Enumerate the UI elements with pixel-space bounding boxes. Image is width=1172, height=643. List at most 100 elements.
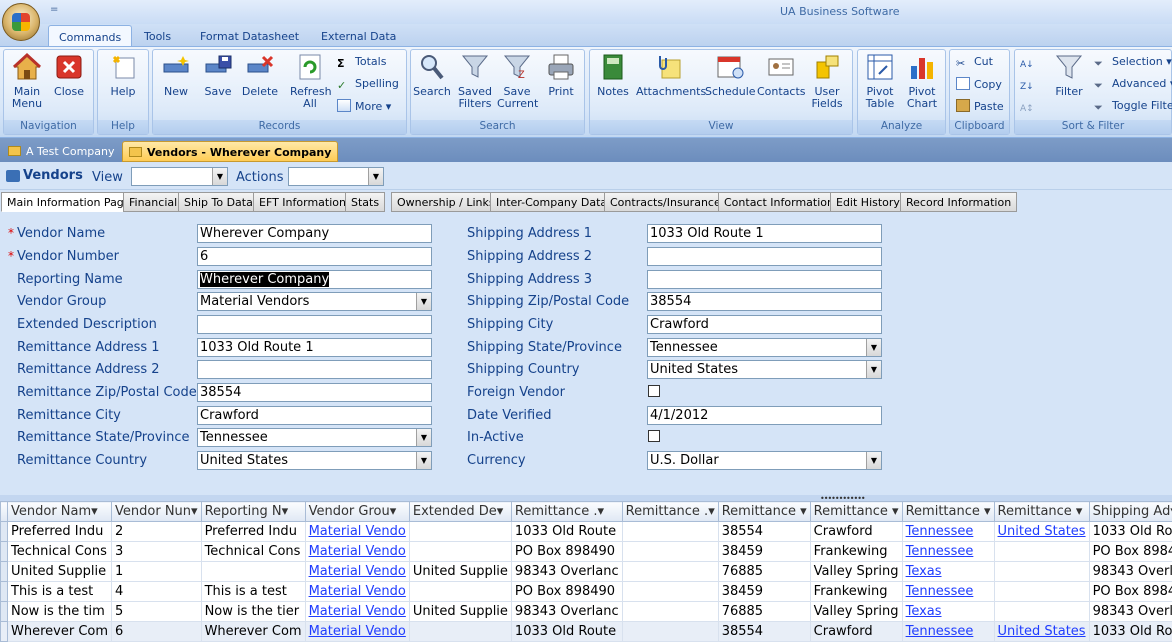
- chevron-down-icon[interactable]: ▼: [212, 168, 227, 185]
- table-cell[interactable]: Now is the tier: [200, 601, 306, 622]
- view-combo[interactable]: ▼: [131, 167, 228, 186]
- table-cell[interactable]: 1: [111, 561, 202, 582]
- paste-button[interactable]: Paste: [956, 99, 1004, 113]
- table-cell[interactable]: 6: [111, 621, 202, 642]
- table-cell[interactable]: 98343 Overlanc: [510, 561, 623, 582]
- refresh-all-button[interactable]: Refresh All: [290, 52, 332, 110]
- table-cell[interactable]: Valley Spring: [809, 601, 903, 622]
- table-cell[interactable]: Material Vendo: [304, 561, 410, 582]
- table-cell[interactable]: [621, 581, 719, 602]
- inactive-checkbox[interactable]: [648, 430, 660, 442]
- column-header[interactable]: Remittance ▾: [717, 501, 811, 522]
- row-selector[interactable]: [0, 521, 8, 542]
- pivot-chart-button[interactable]: Pivot Chart: [903, 52, 941, 110]
- table-cell[interactable]: Wherever Com: [200, 621, 306, 642]
- foreign-vendor-checkbox[interactable]: [648, 385, 660, 397]
- table-cell[interactable]: 76885: [717, 561, 811, 582]
- column-header[interactable]: Remittance .▾: [510, 501, 623, 522]
- tab-edit-history[interactable]: Edit History: [830, 192, 906, 212]
- table-cell[interactable]: United States: [993, 521, 1090, 542]
- shipping-address-1-field[interactable]: 1033 Old Route 1: [647, 224, 882, 243]
- copy-button[interactable]: Copy: [956, 77, 1002, 91]
- print-button[interactable]: Print: [544, 52, 578, 98]
- table-cell[interactable]: Texas: [901, 601, 995, 622]
- table-cell[interactable]: [408, 581, 512, 602]
- search-button[interactable]: Search: [413, 52, 451, 98]
- row-selector[interactable]: [0, 581, 8, 602]
- remittance-country-combo[interactable]: United States ▼: [197, 451, 432, 470]
- table-cell[interactable]: 38554: [717, 521, 811, 542]
- table-cell[interactable]: [621, 561, 719, 582]
- advanced-button[interactable]: ⏷ Advanced ▾: [1094, 77, 1172, 92]
- table-row[interactable]: This is a test 4 This is a test Material Ve…: [0, 581, 1172, 602]
- table-cell[interactable]: [408, 521, 512, 542]
- remittance-address-2-field[interactable]: [197, 360, 432, 379]
- filter-button[interactable]: Filter: [1050, 52, 1088, 98]
- remittance-address-1-field[interactable]: 1033 Old Route 1: [197, 338, 432, 357]
- table-cell[interactable]: PO Box 898490: [510, 581, 623, 602]
- table-cell[interactable]: Material Vendo: [304, 621, 410, 642]
- row-selector[interactable]: [0, 621, 8, 642]
- table-cell[interactable]: United States: [993, 621, 1090, 642]
- table-cell[interactable]: Tennessee: [901, 621, 995, 642]
- table-cell[interactable]: 38554: [717, 621, 811, 642]
- table-cell[interactable]: [408, 541, 512, 562]
- shipping-city-field[interactable]: Crawford: [647, 315, 882, 334]
- tab-financial[interactable]: Financial: [123, 192, 184, 212]
- chevron-down-icon[interactable]: ▼: [416, 429, 431, 446]
- table-cell[interactable]: [993, 601, 1090, 622]
- table-cell[interactable]: [621, 621, 719, 642]
- tab-ship-to-data[interactable]: Ship To Data: [178, 192, 259, 212]
- table-cell[interactable]: [621, 541, 719, 562]
- pivot-table-button[interactable]: Pivot Table: [861, 52, 899, 110]
- table-cell[interactable]: PO Box 898490: [1088, 581, 1172, 602]
- selection-button[interactable]: ⏷ Selection ▾: [1094, 55, 1172, 70]
- table-cell[interactable]: Technical Cons: [200, 541, 306, 562]
- table-cell[interactable]: [200, 561, 306, 582]
- chevron-down-icon[interactable]: ▼: [866, 339, 881, 356]
- column-header[interactable]: Vendor Grou▾: [304, 501, 410, 522]
- help-button[interactable]: Help: [104, 52, 142, 98]
- table-cell[interactable]: PO Box 898490: [510, 541, 623, 562]
- table-cell[interactable]: This is a test: [200, 581, 306, 602]
- tab-inter-company-data[interactable]: Inter-Company Data: [490, 192, 614, 212]
- table-cell[interactable]: [993, 581, 1090, 602]
- clear-sort-button[interactable]: A↕: [1020, 99, 1038, 117]
- table-cell[interactable]: 1033 Old Route: [510, 521, 623, 542]
- column-header[interactable]: Vendor Nun▾: [111, 501, 202, 522]
- table-cell[interactable]: Texas: [901, 561, 995, 582]
- shipping-address-3-field[interactable]: [647, 270, 882, 289]
- table-cell[interactable]: 3: [111, 541, 202, 562]
- table-cell[interactable]: Frankewing: [809, 581, 903, 602]
- column-header[interactable]: Remittance ▾: [993, 501, 1090, 522]
- toggle-filter-button[interactable]: ⏷ Toggle Filter: [1094, 99, 1172, 114]
- table-cell[interactable]: Tennessee: [901, 541, 995, 562]
- shipping-address-2-field[interactable]: [647, 247, 882, 266]
- table-row[interactable]: United Supplie 1 Material Vendo United Supp…: [0, 561, 1172, 582]
- table-cell[interactable]: 98343 Overlanc: [1088, 601, 1172, 622]
- table-cell[interactable]: Material Vendo: [304, 601, 410, 622]
- shipping-country-combo[interactable]: United States ▼: [647, 360, 882, 379]
- reporting-name-field[interactable]: Wherever Company: [197, 270, 432, 289]
- saved-filters-button[interactable]: Saved Filters: [456, 52, 494, 110]
- tab-ownership-links[interactable]: Ownership / Links: [391, 192, 501, 212]
- chevron-down-icon[interactable]: ▼: [416, 293, 431, 310]
- column-header[interactable]: Shipping Ad▾: [1088, 501, 1172, 522]
- table-cell[interactable]: Crawford: [809, 521, 903, 542]
- table-cell[interactable]: [621, 601, 719, 622]
- table-cell[interactable]: Material Vendo: [304, 541, 410, 562]
- vendor-group-combo[interactable]: Material Vendors ▼: [197, 292, 432, 311]
- chevron-down-icon[interactable]: ▼: [866, 452, 881, 469]
- close-button[interactable]: Close: [52, 52, 86, 98]
- quick-access-toolbar[interactable]: =: [50, 4, 58, 15]
- table-cell[interactable]: 98343 Overlanc: [510, 601, 623, 622]
- tab-external-data[interactable]: External Data: [311, 25, 406, 46]
- tab-main-information[interactable]: Main Information Page: [1, 192, 137, 212]
- column-header[interactable]: Remittance ▾: [809, 501, 903, 522]
- table-cell[interactable]: Frankewing: [809, 541, 903, 562]
- table-cell[interactable]: United Supplie: [6, 561, 113, 582]
- more-button[interactable]: More ▾: [337, 99, 391, 113]
- row-selector[interactable]: [0, 561, 8, 582]
- column-header[interactable]: Reporting N▾: [200, 501, 306, 522]
- chevron-down-icon[interactable]: ▼: [866, 361, 881, 378]
